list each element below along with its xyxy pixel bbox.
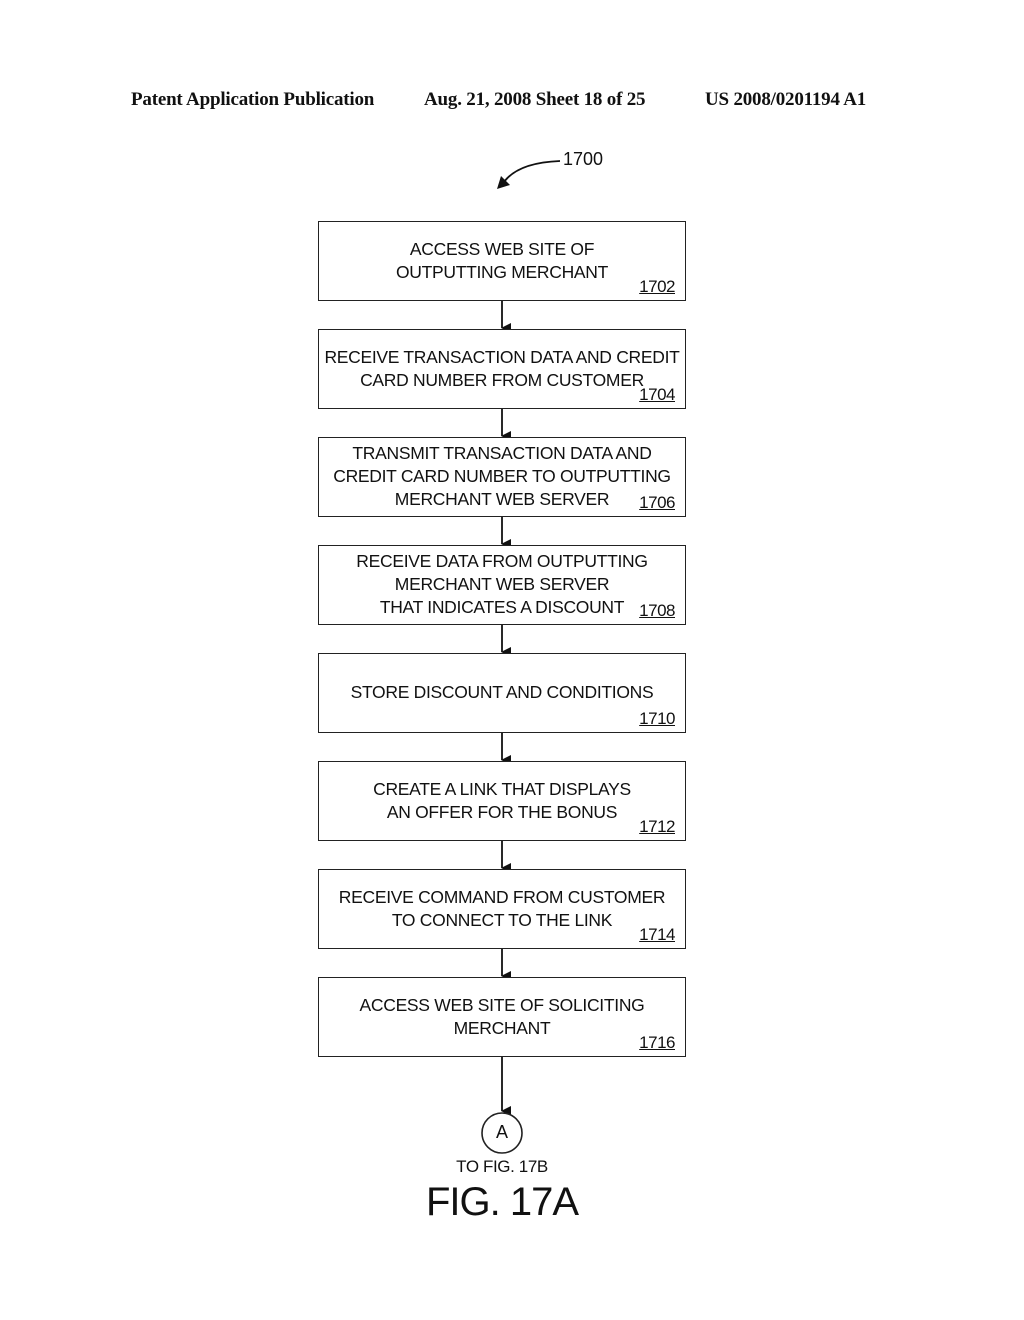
step-text: ACCESS WEB SITE OF SOLICITING MERCHANT (359, 995, 645, 1038)
step-text: STORE DISCOUNT AND CONDITIONS (350, 682, 654, 702)
step-box-1716: ACCESS WEB SITE OF SOLICITING MERCHANT 17… (318, 977, 686, 1057)
step-number: 1706 (639, 493, 675, 512)
step-box-1702: ACCESS WEB SITE OF OUTPUTTING MERCHANT 17… (318, 221, 686, 301)
reference-arrow (501, 160, 561, 186)
step-text: RECEIVE DATA FROM OUTPUTTING MERCHANT WE… (356, 551, 648, 617)
step-number: 1710 (639, 709, 675, 728)
step-text: CREATE A LINK THAT DISPLAYS AN OFFER FOR… (373, 779, 631, 822)
connector-caption: TO FIG. 17B (456, 1157, 548, 1176)
step-box-1712: CREATE A LINK THAT DISPLAYS AN OFFER FOR… (318, 761, 686, 841)
step-number: 1704 (639, 385, 675, 404)
step-box-1706: TRANSMIT TRANSACTION DATA AND CREDIT CAR… (318, 437, 686, 517)
step-number: 1702 (639, 277, 675, 296)
step-box-1710: STORE DISCOUNT AND CONDITIONS 1710 (318, 653, 686, 733)
step-text: TRANSMIT TRANSACTION DATA AND CREDIT CAR… (333, 443, 671, 509)
step-text: RECEIVE TRANSACTION DATA AND CREDIT CARD… (324, 347, 680, 390)
connector-letter: A (495, 1122, 508, 1142)
step-text: ACCESS WEB SITE OF OUTPUTTING MERCHANT (395, 239, 609, 282)
step-number: 1714 (639, 925, 675, 944)
step-box-1708: RECEIVE DATA FROM OUTPUTTING MERCHANT WE… (318, 545, 686, 625)
step-number: 1712 (639, 817, 675, 836)
figure-label: FIG. 17A (425, 1180, 579, 1224)
step-number: 1716 (639, 1033, 675, 1052)
step-number: 1708 (639, 601, 675, 620)
step-box-1704: RECEIVE TRANSACTION DATA AND CREDIT CARD… (318, 329, 686, 409)
step-text: RECEIVE COMMAND FROM CUSTOMER TO CONNECT… (338, 887, 666, 930)
step-box-1714: RECEIVE COMMAND FROM CUSTOMER TO CONNECT… (318, 869, 686, 949)
